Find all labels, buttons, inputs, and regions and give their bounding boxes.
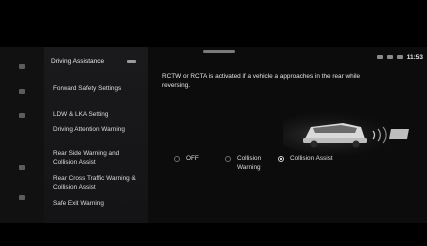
content-panel: RCTW or RCTA is activated if a vehicle a… — [148, 47, 427, 223]
menu-item-driving-attention[interactable]: Driving Attention Warning — [53, 125, 145, 134]
settings-icon[interactable] — [19, 195, 25, 200]
menu-item-rear-side-warning[interactable]: Rear Side Warning and Collision Assist — [53, 149, 145, 167]
radio-icon — [225, 156, 231, 162]
option-group: OFF Collision Warning Collision Assist — [148, 155, 427, 185]
menu-header: Driving Assistance — [51, 58, 105, 65]
radio-selected-icon — [278, 156, 284, 162]
phone-icon[interactable] — [19, 165, 25, 170]
media-icon[interactable] — [19, 113, 25, 118]
navigation-icon[interactable] — [19, 89, 25, 94]
rear-cross-traffic-car-icon — [283, 111, 409, 155]
menu-item-safe-exit[interactable]: Safe Exit Warning — [53, 199, 145, 208]
radio-icon — [174, 156, 180, 162]
settings-screen: 11:53 Driving Assistance Forward Safety … — [0, 47, 427, 223]
left-rail — [0, 47, 44, 223]
menu-item-forward-safety[interactable]: Forward Safety Settings — [53, 84, 145, 93]
option-collision-assist[interactable]: Collision Assist — [278, 155, 333, 164]
menu-item-ldw-lka[interactable]: LDW & LKA Setting — [53, 110, 145, 119]
menu-item-rear-cross-traffic[interactable]: Rear Cross Traffic Warning & Collision A… — [53, 174, 145, 192]
home-icon[interactable] — [19, 64, 25, 69]
option-label: OFF — [186, 155, 199, 162]
option-label: Collision Warning — [237, 155, 262, 171]
feature-description: RCTW or RCTA is activated if a vehicle a… — [162, 73, 361, 89]
toggle-icon[interactable] — [127, 60, 136, 63]
option-off[interactable]: OFF — [174, 155, 199, 164]
option-label: Collision Assist — [290, 155, 333, 162]
option-collision-warning[interactable]: Collision Warning — [225, 155, 267, 172]
settings-menu: Driving Assistance Forward Safety Settin… — [44, 47, 148, 223]
